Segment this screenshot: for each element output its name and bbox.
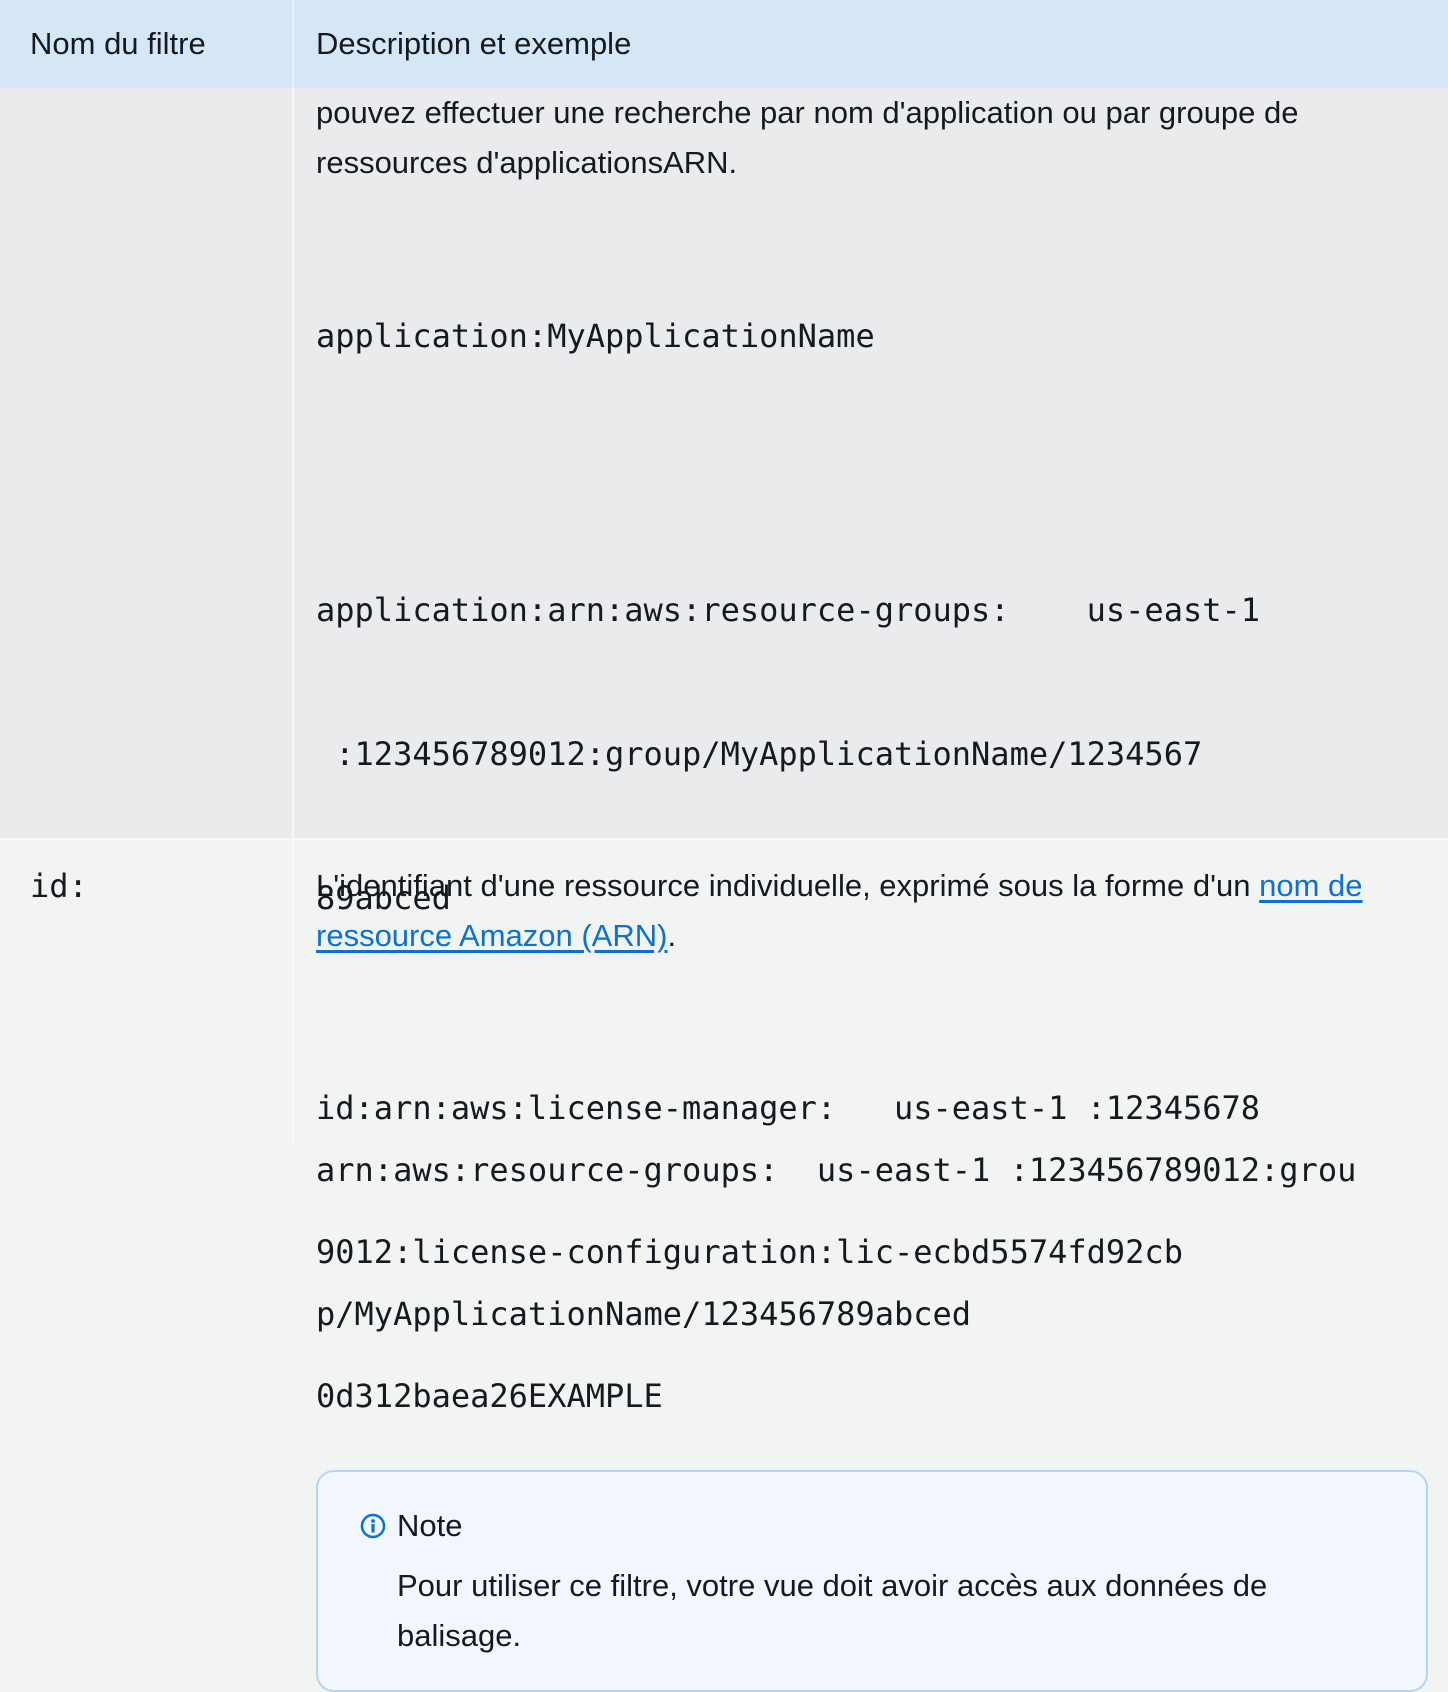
note-title: Note: [397, 1508, 463, 1543]
info-icon: [360, 1513, 386, 1539]
description-text: L'identifiant d'une ressource individuel…: [316, 861, 1428, 961]
description-text-end: .: [667, 918, 677, 953]
code-line: 9012:license-configuration:lic-ecbd5574f…: [316, 1233, 1183, 1271]
filter-table: Nom du filtre Description et exemple pou…: [0, 0, 1448, 1692]
code-example: application:MyApplicationName: [316, 216, 1428, 456]
description-text-start: L'identifiant d'une ressource individuel…: [316, 868, 1260, 903]
note-text: Pour utiliser ce filtre, votre vue doit …: [397, 1568, 1268, 1653]
header-filter-name: Nom du filtre: [0, 0, 294, 88]
note-callout: Note Pour utiliser ce filtre, votre vue …: [316, 1470, 1428, 1692]
description-cell: L'identifiant d'une ressource individuel…: [294, 840, 1448, 1415]
code-line: application:MyApplicationName: [316, 317, 875, 355]
filter-name: id:: [30, 867, 88, 905]
code-line: :123456789012:group/MyApplicationName/12…: [316, 735, 1203, 773]
code-line: id:arn:aws:license-manager: us-east-1 :1…: [316, 1089, 1261, 1127]
code-example: id:arn:aws:license-manager: us-east-1 :1…: [316, 988, 1428, 1516]
code-line: 0d312baea26EXAMPLE: [316, 1377, 663, 1415]
table-header-row: Nom du filtre Description et exemple: [0, 0, 1448, 88]
header-description: Description et exemple: [316, 26, 632, 61]
description-text: pouvez effectuer une recherche par nom d…: [316, 95, 1299, 180]
filter-name-cell: [0, 88, 294, 838]
table-row: id: L'identifiant d'une ressource indivi…: [0, 840, 1448, 1415]
filter-name-cell: id:: [0, 840, 294, 1144]
description-cell: pouvez effectuer une recherche par nom d…: [294, 88, 1448, 1692]
table-row: pouvez effectuer une recherche par nom d…: [0, 88, 1448, 1692]
code-line: application:arn:aws:resource-groups: us-…: [316, 591, 1261, 629]
